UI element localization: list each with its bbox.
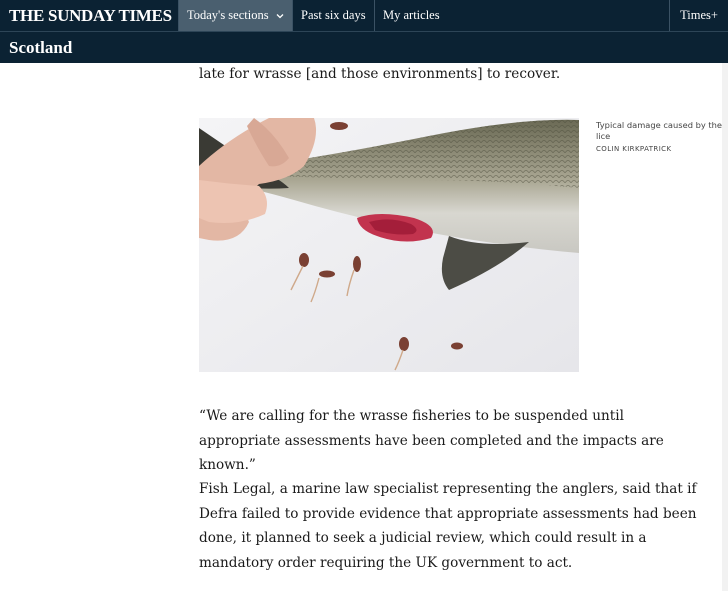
- article-paragraph-fish-legal: Fish Legal, a marine law specialist repr…: [199, 481, 697, 571]
- section-bar: Scotland: [0, 32, 728, 63]
- site-logo[interactable]: THE SUNDAY TIMES: [0, 0, 178, 31]
- photo-caption: Typical damage caused by the lice: [596, 120, 723, 141]
- article-paragraph: late for wrasse [and those environments]…: [199, 66, 561, 82]
- photo-credit: COLIN KIRKPATRICK: [596, 145, 672, 153]
- my-articles-link[interactable]: My articles: [374, 0, 449, 31]
- section-title[interactable]: Scotland: [0, 38, 72, 58]
- scroll-gutter: [722, 63, 728, 591]
- article-paragraph-quote: “We are calling for the wrasse fisheries…: [199, 408, 664, 473]
- fish-lice-photo: [199, 118, 579, 372]
- chevron-down-icon: [276, 13, 284, 18]
- past-six-days-link[interactable]: Past six days: [292, 0, 374, 31]
- todays-sections-label: Today's sections: [187, 8, 269, 22]
- top-navigation-bar: THE SUNDAY TIMES Today's sections Past s…: [0, 0, 728, 32]
- todays-sections-menu[interactable]: Today's sections: [178, 0, 292, 31]
- times-plus-link[interactable]: Times+: [669, 0, 728, 31]
- article-photo[interactable]: [199, 118, 579, 372]
